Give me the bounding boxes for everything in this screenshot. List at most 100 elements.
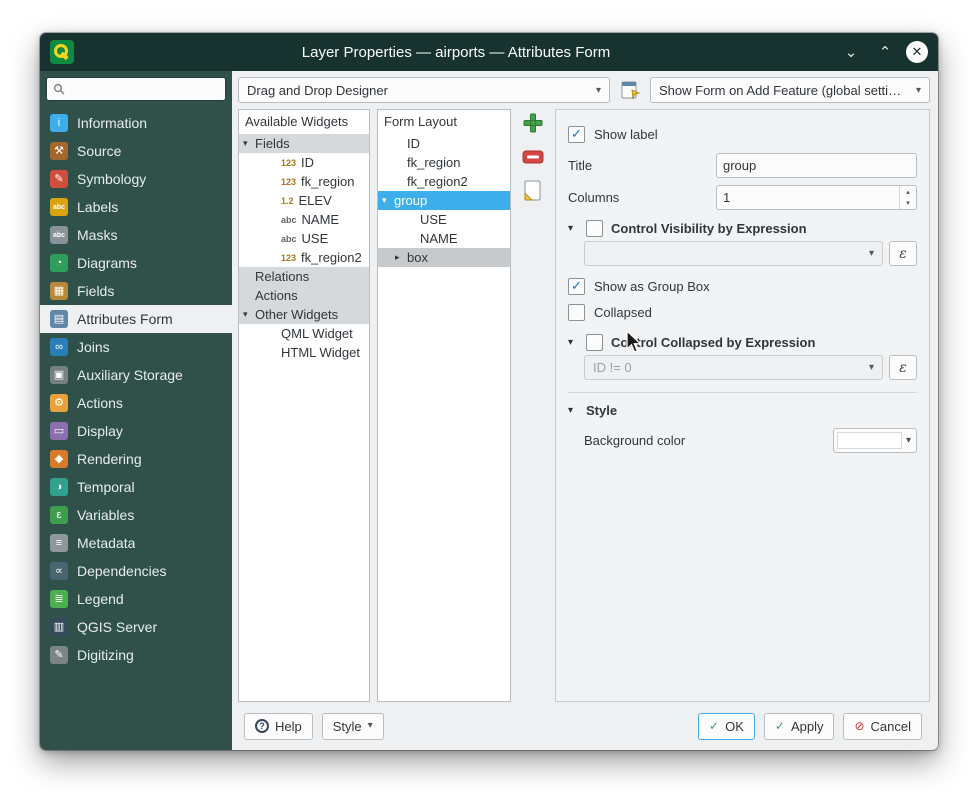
sidebar-item-label: QGIS Server [77, 619, 157, 635]
available-widgets-item-use[interactable]: abcUSE [239, 229, 369, 248]
close-window-icon[interactable]: ✕ [906, 41, 928, 63]
sidebar-item-attributes-form[interactable]: ▤Attributes Form [40, 305, 232, 333]
collapsed-expression-checkbox[interactable] [586, 334, 603, 351]
spin-up-icon[interactable]: ▴ [900, 186, 916, 198]
sidebar-item-digitizing[interactable]: ✎Digitizing [40, 641, 232, 669]
maximize-window-icon[interactable]: ⌃ [872, 39, 898, 65]
remove-item-button[interactable] [521, 145, 545, 169]
form-layout-item-fk-region2[interactable]: fk_region2 [378, 172, 510, 191]
designer-mode-select[interactable]: Drag and Drop Designer ▾ [238, 77, 610, 103]
cancel-button[interactable]: ⊘ Cancel [843, 713, 922, 740]
sidebar-item-symbology[interactable]: ✎Symbology [40, 165, 232, 193]
sidebar-item-qgis-server[interactable]: ▥QGIS Server [40, 613, 232, 641]
collapse-arrow-icon[interactable]: ▾ [243, 309, 255, 320]
available-widgets-title: Available Widgets [239, 110, 369, 134]
title-input[interactable] [716, 153, 917, 178]
collapsed-expression-value: ID != 0 [593, 360, 861, 375]
legend-icon: ≣ [50, 590, 68, 608]
form-settings-button[interactable] [616, 77, 644, 103]
form-layout-item-box[interactable]: ▸box [378, 248, 510, 267]
sidebar-item-display[interactable]: ▭Display [40, 417, 232, 445]
sidebar-item-legend[interactable]: ≣Legend [40, 585, 232, 613]
available-widgets-item-name[interactable]: abcNAME [239, 210, 369, 229]
collapsed-expression-combo[interactable]: ID != 0 ▾ [584, 355, 883, 380]
collapse-arrow-icon[interactable]: ▾ [382, 195, 394, 206]
show-as-group-box-checkbox[interactable]: ✓ [568, 278, 585, 295]
form-layout-item-group[interactable]: ▾group [378, 191, 510, 210]
sidebar-item-variables[interactable]: εVariables [40, 501, 232, 529]
sidebar-item-rendering[interactable]: ◆Rendering [40, 445, 232, 473]
available-widgets-item-relations[interactable]: Relations [239, 267, 369, 286]
sidebar-item-diagrams[interactable]: ◔Diagrams [40, 249, 232, 277]
available-widgets-item-label: Fields [255, 136, 290, 151]
search-input[interactable] [70, 82, 219, 96]
sidebar-item-masks[interactable]: abcMasks [40, 221, 232, 249]
sidebar-item-label: Dependencies [77, 563, 167, 579]
add-container-button[interactable] [521, 111, 545, 135]
sidebar-item-fields[interactable]: ▦Fields [40, 277, 232, 305]
spin-down-icon[interactable]: ▾ [900, 198, 916, 210]
sidebar-item-joins[interactable]: ∞Joins [40, 333, 232, 361]
collapse-arrow-icon[interactable]: ▾ [568, 405, 578, 416]
sidebar-item-metadata[interactable]: ≡Metadata [40, 529, 232, 557]
sidebar-item-information[interactable]: iInformation [40, 109, 232, 137]
expand-arrow-icon[interactable]: ▸ [395, 252, 407, 263]
available-widgets-item-actions[interactable]: Actions [239, 286, 369, 305]
form-layout-item-name[interactable]: NAME [378, 229, 510, 248]
change-widget-type-button[interactable] [521, 179, 545, 203]
sidebar-item-dependencies[interactable]: ∝Dependencies [40, 557, 232, 585]
properties-sidebar: iInformation⚒Source✎SymbologyabcLabelsab… [40, 71, 232, 750]
background-color-select[interactable]: ▾ [833, 428, 917, 453]
form-layout-title: Form Layout [378, 110, 510, 134]
expression-builder-button[interactable]: ε [889, 355, 917, 380]
collapse-arrow-icon[interactable]: ▾ [568, 337, 578, 348]
form-layout-item-use[interactable]: USE [378, 210, 510, 229]
show-label-checkbox[interactable]: ✓ [568, 126, 585, 143]
visibility-expression-combo[interactable]: ▾ [584, 241, 883, 266]
form-layout-item-label: ID [407, 136, 420, 151]
sidebar-search[interactable] [46, 77, 226, 101]
available-widgets-item-fk-region[interactable]: 123fk_region [239, 172, 369, 191]
form-layout-item-label: USE [420, 212, 447, 227]
titlebar[interactable]: Layer Properties — airports — Attributes… [40, 33, 938, 71]
designer-mode-value: Drag and Drop Designer [247, 83, 588, 98]
apply-button[interactable]: ✓ Apply [764, 713, 835, 740]
expression-builder-button[interactable]: ε [889, 241, 917, 266]
available-widgets-item-qml-widget[interactable]: QML Widget [239, 324, 369, 343]
visibility-expression-checkbox[interactable] [586, 220, 603, 237]
sidebar-item-actions[interactable]: ⚙Actions [40, 389, 232, 417]
available-widgets-item-other-widgets[interactable]: ▾Other Widgets [239, 305, 369, 324]
chevron-down-icon: ▾ [869, 248, 874, 259]
ok-button[interactable]: ✓ OK [698, 713, 755, 740]
available-widgets-item-fields[interactable]: ▾Fields [239, 134, 369, 153]
style-menu-button[interactable]: Style ▾ [322, 713, 384, 740]
shade-window-icon[interactable]: ⌄ [838, 39, 864, 65]
actions-icon: ⚙ [50, 394, 68, 412]
available-widgets-item-label: ELEV [299, 193, 332, 208]
form-layout-item-id[interactable]: ID [378, 134, 510, 153]
sidebar-item-source[interactable]: ⚒Source [40, 137, 232, 165]
columns-stepper[interactable]: 1 ▴ ▾ [716, 185, 917, 210]
available-widgets-item-fk-region2[interactable]: 123fk_region2 [239, 248, 369, 267]
chevron-down-icon: ▾ [869, 362, 874, 373]
available-widgets-item-label: NAME [302, 212, 340, 227]
sidebar-item-label: Auxiliary Storage [77, 367, 183, 383]
sidebar-item-labels[interactable]: abcLabels [40, 193, 232, 221]
collapsed-checkbox[interactable] [568, 304, 585, 321]
available-widgets-item-html-widget[interactable]: HTML Widget [239, 343, 369, 362]
form-layout-item-fk-region[interactable]: fk_region [378, 153, 510, 172]
sidebar-item-auxiliary-storage[interactable]: ▣Auxiliary Storage [40, 361, 232, 389]
available-widgets-item-id[interactable]: 123ID [239, 153, 369, 172]
show-as-group-box-label: Show as Group Box [594, 279, 710, 294]
collapse-arrow-icon[interactable]: ▾ [568, 223, 578, 234]
form-open-mode-select[interactable]: Show Form on Add Feature (global setting… [650, 77, 930, 103]
sidebar-item-temporal[interactable]: ◑Temporal [40, 473, 232, 501]
field-type-icon: 1.2 [281, 196, 294, 206]
available-widgets-item-label: Other Widgets [255, 307, 338, 322]
help-button[interactable]: ? Help [244, 713, 313, 740]
sidebar-item-label: Labels [77, 199, 118, 215]
available-widgets-item-elev[interactable]: 1.2 ELEV [239, 191, 369, 210]
collapse-arrow-icon[interactable]: ▾ [243, 138, 255, 149]
cancel-label: Cancel [871, 719, 911, 734]
collapsed-expression-label: Control Collapsed by Expression [611, 335, 815, 350]
